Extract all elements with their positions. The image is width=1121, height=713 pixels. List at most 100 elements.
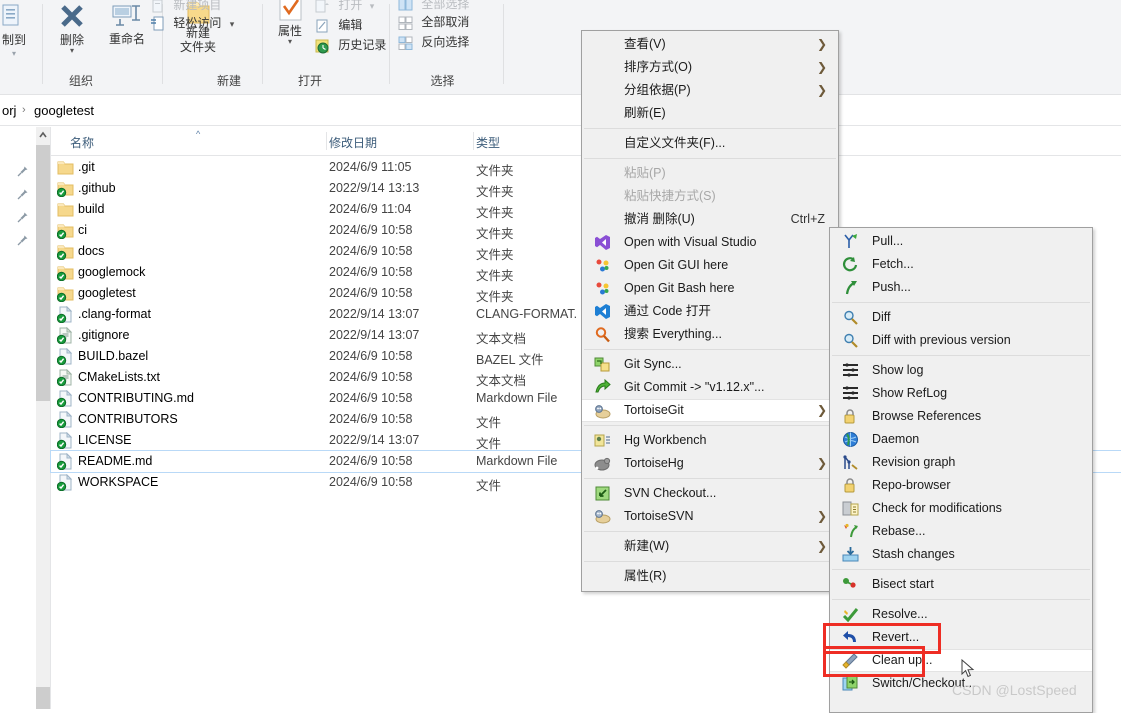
resolve-icon bbox=[842, 606, 859, 623]
menu-separator bbox=[584, 478, 836, 479]
column-header-type[interactable]: 类型 bbox=[476, 134, 500, 151]
sub-show-log[interactable]: Show log bbox=[830, 359, 1092, 382]
sub-diff[interactable]: Diff bbox=[830, 306, 1092, 329]
pin-icon[interactable] bbox=[16, 188, 29, 201]
ctx-hg-workbench[interactable]: Hg Workbench bbox=[582, 429, 838, 452]
column-header-name[interactable]: 名称 bbox=[70, 134, 94, 151]
ctx-p[interactable]: 分组依据(P) ❯ bbox=[582, 79, 838, 102]
file-type: 文件夹 bbox=[476, 227, 514, 241]
file-git-ok-icon bbox=[56, 452, 74, 471]
column-header-date[interactable]: 修改日期 bbox=[329, 134, 377, 151]
file-type: 文件夹 bbox=[476, 248, 514, 262]
edit-button[interactable]: 编辑 bbox=[314, 16, 362, 34]
select-none-button[interactable]: 全部取消 bbox=[398, 13, 469, 30]
menu-item-label: Push... bbox=[872, 280, 911, 294]
ctx-v[interactable]: 查看(V) ❯ bbox=[582, 33, 838, 56]
file-modified-date: 2024/6/9 11:04 bbox=[329, 202, 412, 216]
open-button[interactable]: 打开 ▾ bbox=[314, 0, 374, 14]
menu-item-label: Open Git GUI here bbox=[624, 258, 729, 272]
ctx-git-sync[interactable]: Git Sync... bbox=[582, 353, 838, 376]
breadcrumb-item-current[interactable]: googletest bbox=[34, 103, 94, 118]
menu-item-label: 新建(W) bbox=[624, 539, 670, 553]
invert-selection-button[interactable]: 反向选择 bbox=[398, 33, 469, 50]
scrollbar-bottom-segment[interactable] bbox=[36, 687, 50, 709]
sub-bisect-start[interactable]: Bisect start bbox=[830, 573, 1092, 596]
folder-context-menu[interactable]: 查看(V) ❯ 排序方式(O) ❯ 分组依据(P) ❯ 刷新(E) 自定义文件夹(F)... 粘… bbox=[581, 30, 839, 592]
chevron-right-icon: ❯ bbox=[816, 403, 827, 417]
history-label: 历史记录 bbox=[338, 38, 387, 52]
sub-browse-references[interactable]: Browse References bbox=[830, 405, 1092, 428]
log-icon bbox=[842, 385, 859, 402]
ctx-svn-checkout[interactable]: SVN Checkout... bbox=[582, 482, 838, 505]
ctx-tortoisegit[interactable]: TortoiseGit ❯ bbox=[582, 399, 838, 422]
scrollbar-thumb[interactable] bbox=[36, 145, 50, 401]
sub-revision-graph[interactable]: Revision graph bbox=[830, 451, 1092, 474]
file-modified-date: 2024/6/9 10:58 bbox=[329, 412, 413, 426]
breadcrumb-item-parent[interactable]: orj bbox=[2, 103, 16, 118]
menu-item-label: 属性(R) bbox=[624, 569, 667, 583]
easy-access-button[interactable]: 轻松访问 ▾ bbox=[150, 14, 234, 33]
menu-item-label: Open with Visual Studio bbox=[624, 235, 757, 249]
pin-icon[interactable] bbox=[16, 165, 29, 178]
pin-icon[interactable] bbox=[16, 234, 29, 247]
pin-icon[interactable] bbox=[16, 211, 29, 224]
menu-item-label: 刷新(E) bbox=[624, 106, 666, 120]
easy-access-caret-icon[interactable]: ▾ bbox=[230, 19, 235, 29]
sub-revert[interactable]: Revert... bbox=[830, 626, 1092, 649]
menu-item-label: Fetch... bbox=[872, 257, 914, 271]
bisect-icon bbox=[842, 576, 859, 593]
file-type: 文件夹 bbox=[476, 206, 514, 220]
checkmod-icon bbox=[842, 500, 859, 517]
ctx-o[interactable]: 排序方式(O) ❯ bbox=[582, 56, 838, 79]
ctx-r[interactable]: 属性(R) bbox=[582, 565, 838, 588]
ctx-everything[interactable]: 搜索 Everything... bbox=[582, 323, 838, 346]
sub-diff-with-previous-version[interactable]: Diff with previous version bbox=[830, 329, 1092, 352]
sub-resolve[interactable]: Resolve... bbox=[830, 603, 1092, 626]
ctx-open-with-visual-studio[interactable]: Open with Visual Studio bbox=[582, 231, 838, 254]
ctx-open-git-bash-here[interactable]: Open Git Bash here bbox=[582, 277, 838, 300]
sub-repo-browser[interactable]: Repo-browser bbox=[830, 474, 1092, 497]
delete-button[interactable]: 删除 ▾ bbox=[46, 0, 98, 55]
ctx-tortoisesvn[interactable]: TortoiseSVN ❯ bbox=[582, 505, 838, 528]
scroll-up-arrow-icon[interactable] bbox=[36, 127, 50, 144]
ctx-open-git-gui-here[interactable]: Open Git GUI here bbox=[582, 254, 838, 277]
menu-item-label: 搜索 Everything... bbox=[624, 327, 722, 341]
ctx-f[interactable]: 自定义文件夹(F)... bbox=[582, 132, 838, 155]
folder-git-ok-icon bbox=[56, 264, 74, 282]
sub-rebase[interactable]: Rebase... bbox=[830, 520, 1092, 543]
ctx-git-commit-v1-12-x[interactable]: Git Commit -> "v1.12.x"... bbox=[582, 376, 838, 399]
history-button[interactable]: 历史记录 bbox=[314, 36, 386, 54]
sub-push[interactable]: Push... bbox=[830, 276, 1092, 299]
new-item-button[interactable]: 新建项目 bbox=[150, 0, 221, 14]
address-bar[interactable]: orj › googletest bbox=[0, 96, 1121, 126]
sub-pull[interactable]: Pull... bbox=[830, 230, 1092, 253]
ctx-tortoisehg[interactable]: TortoiseHg ❯ bbox=[582, 452, 838, 475]
copy-to-icon bbox=[2, 4, 19, 26]
rename-button[interactable]: 重命名 bbox=[96, 0, 158, 46]
folder-git-ok-icon bbox=[56, 180, 74, 198]
graph-icon bbox=[842, 454, 859, 471]
menu-item-label: Bisect start bbox=[872, 577, 934, 591]
ctx-u[interactable]: 撤消 删除(U) Ctrl+Z bbox=[582, 208, 838, 231]
menu-item-label: Revision graph bbox=[872, 455, 956, 469]
properties-button[interactable]: 属性 ▾ bbox=[265, 0, 315, 46]
file-modified-date: 2022/9/14 13:07 bbox=[329, 307, 420, 321]
edit-label: 编辑 bbox=[338, 18, 363, 32]
menu-item-label: 查看(V) bbox=[624, 37, 666, 51]
navigation-pane-scrollbar[interactable] bbox=[36, 127, 50, 709]
select-all-button[interactable]: 全部选择 bbox=[398, 0, 469, 12]
open-icon bbox=[315, 0, 329, 13]
sub-daemon[interactable]: Daemon bbox=[830, 428, 1092, 451]
sub-stash-changes[interactable]: Stash changes bbox=[830, 543, 1092, 566]
copy-to-button[interactable]: 制到 ▾ bbox=[0, 0, 44, 61]
sub-fetch[interactable]: Fetch... bbox=[830, 253, 1092, 276]
sub-check-for-modifications[interactable]: Check for modifications bbox=[830, 497, 1092, 520]
ctx-e[interactable]: 刷新(E) bbox=[582, 102, 838, 125]
ribbon-group-select: 全部选择 全部取消 反向选择 选择 bbox=[390, 0, 510, 95]
ctx-code[interactable]: 通过 Code 打开 bbox=[582, 300, 838, 323]
file-type: Markdown File bbox=[476, 454, 558, 468]
tortoisegit-submenu[interactable]: Pull... Fetch... Push... Diff Diff with prev… bbox=[829, 227, 1093, 713]
select-all-icon bbox=[398, 0, 413, 11]
sub-show-reflog[interactable]: Show RefLog bbox=[830, 382, 1092, 405]
ctx-w[interactable]: 新建(W) ❯ bbox=[582, 535, 838, 558]
